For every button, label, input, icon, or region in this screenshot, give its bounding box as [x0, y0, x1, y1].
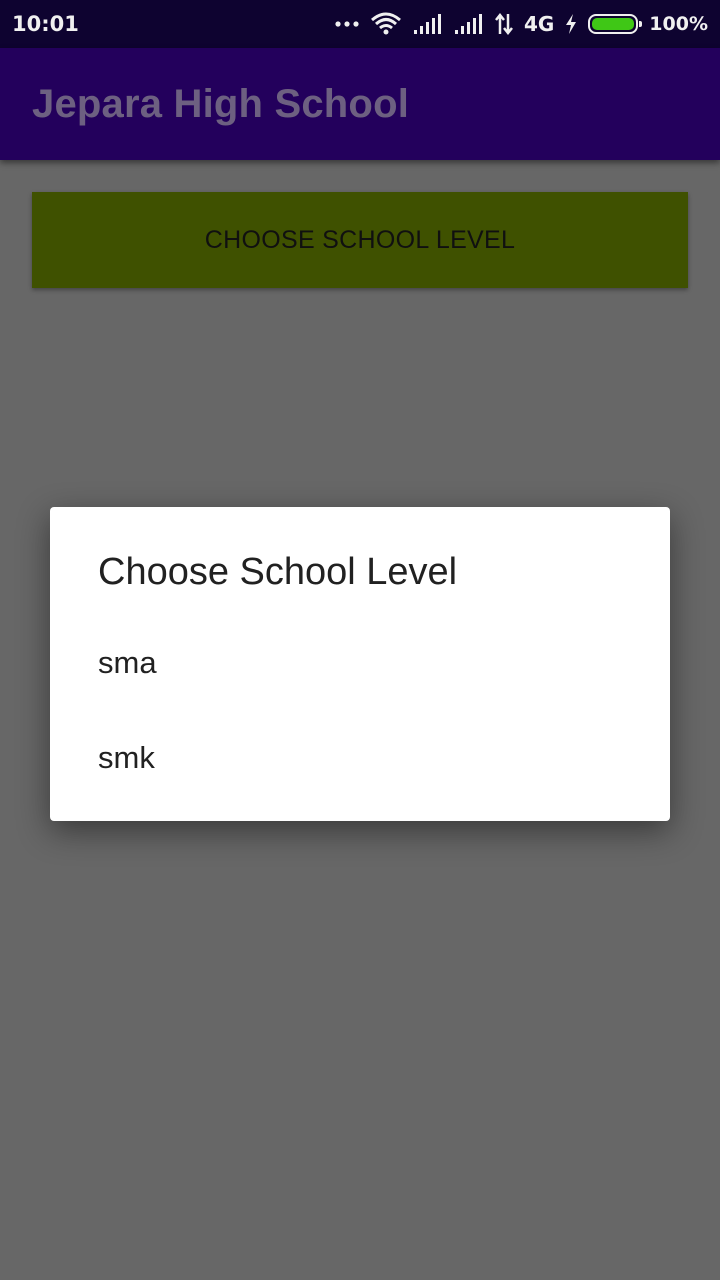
charging-icon — [565, 14, 577, 34]
more-dots-icon — [335, 20, 359, 28]
choose-school-level-button[interactable]: CHOOSE SCHOOL LEVEL — [32, 192, 688, 288]
dialog-item-smk[interactable]: smk — [50, 710, 670, 806]
status-icons: 4G 100% — [335, 12, 708, 36]
status-bar: 10:01 4G 100% — [0, 0, 720, 48]
wifi-icon — [370, 12, 402, 36]
signal-icon — [413, 13, 443, 35]
network-type: 4G — [523, 12, 555, 36]
app-title: Jepara High School — [32, 82, 410, 126]
battery-fill — [592, 18, 635, 30]
dialog-title: Choose School Level — [98, 551, 458, 593]
dialog-item-sma[interactable]: sma — [50, 615, 670, 711]
battery-percent: 100% — [649, 13, 708, 35]
status-time: 10:01 — [12, 12, 79, 36]
data-transfer-icon — [494, 13, 513, 35]
battery-tip — [639, 21, 643, 27]
signal-icon — [454, 13, 484, 35]
battery-icon — [588, 14, 643, 34]
app-bar: Jepara High School — [0, 48, 720, 160]
choose-school-level-dialog: Choose School Level sma smk — [50, 507, 670, 821]
